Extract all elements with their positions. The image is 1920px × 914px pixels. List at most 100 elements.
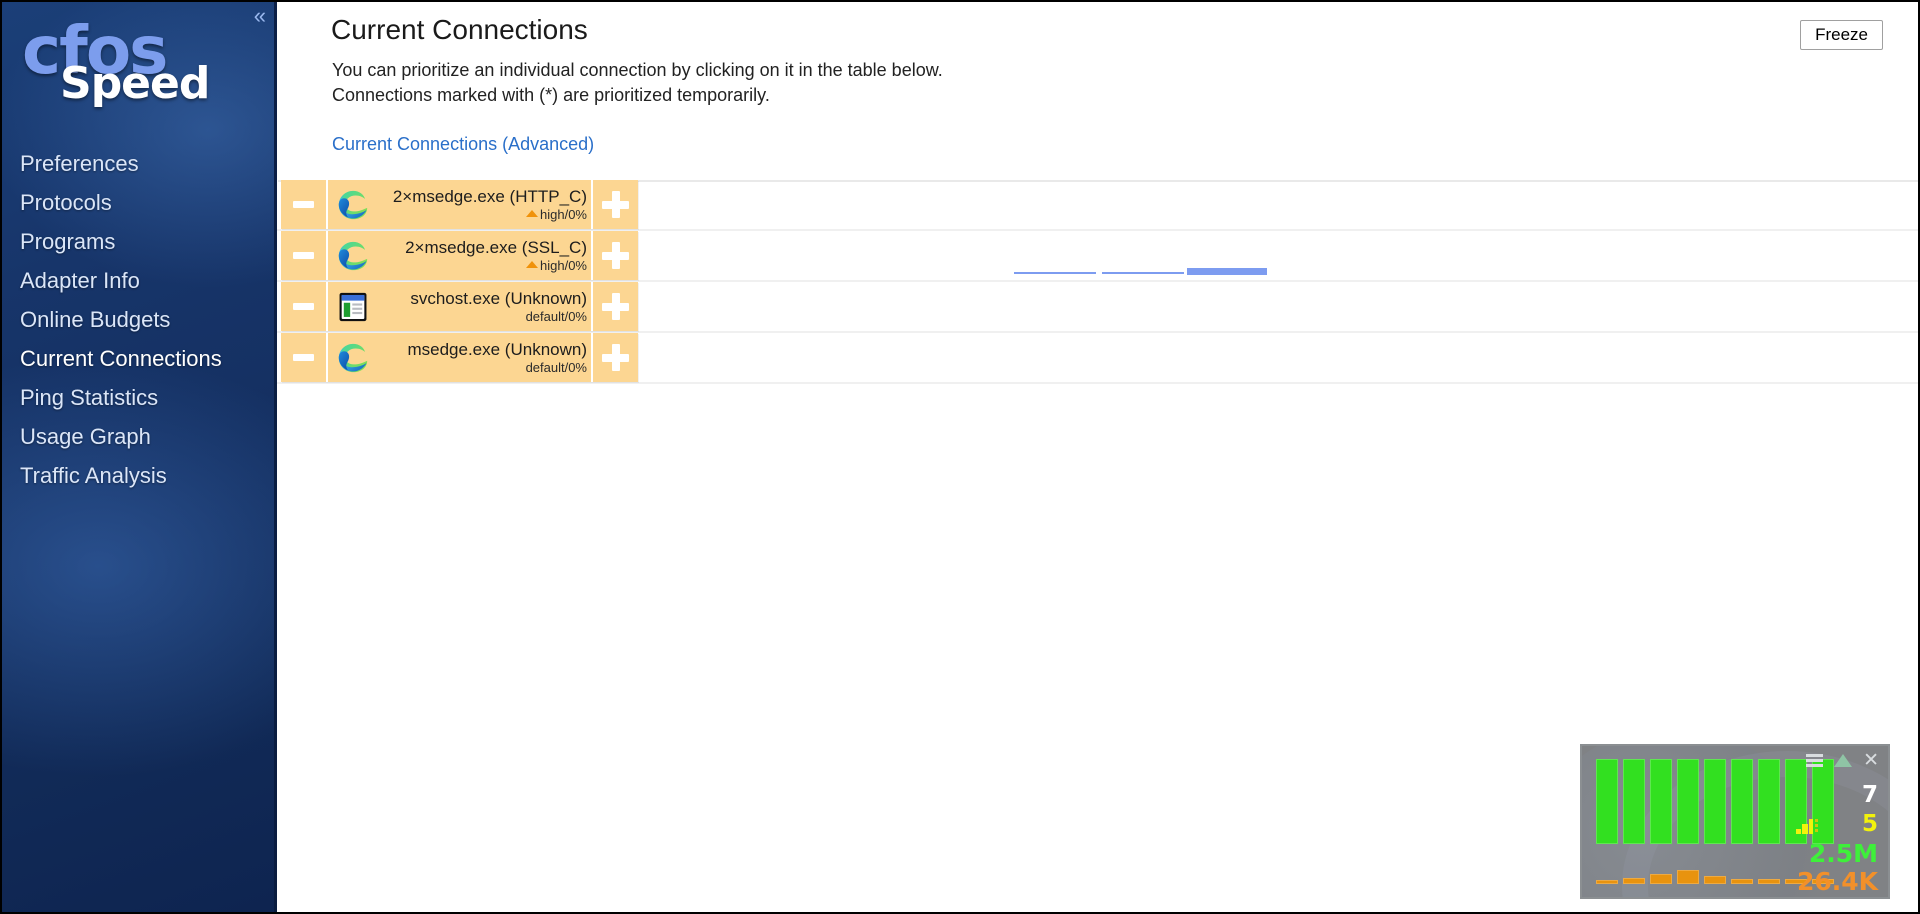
plus-icon	[602, 242, 629, 269]
sidebar-item-online-budgets[interactable]: Online Budgets	[2, 300, 277, 339]
download-bar	[1677, 870, 1699, 884]
plus-icon	[602, 344, 629, 371]
priority-text: high/0%	[540, 258, 587, 273]
app-icon	[336, 290, 370, 324]
connection-priority: high/0%	[526, 258, 587, 273]
minus-icon	[293, 303, 314, 310]
connection-name: 2×msedge.exe (HTTP_C)	[392, 187, 587, 206]
increase-priority-button[interactable]	[591, 333, 638, 382]
connection-info: 2×msedge.exe (HTTP_C) high/0%	[328, 180, 591, 229]
table-row[interactable]: 2×msedge.exe (SSL_C) high/0%	[277, 231, 1918, 282]
increase-priority-button[interactable]	[591, 231, 638, 280]
sidebar: « cfos Speed Preferences Protocols Progr…	[2, 2, 277, 912]
upload-bar	[1731, 759, 1753, 844]
table-row[interactable]: svchost.exe (Unknown) default/0%	[277, 282, 1918, 333]
connection-name: 2×msedge.exe (SSL_C)	[405, 238, 587, 257]
widget-network-count: 5	[1861, 811, 1878, 837]
plus-icon	[602, 191, 629, 218]
minus-icon	[293, 201, 314, 208]
app-icon	[336, 341, 370, 375]
connection-info: svchost.exe (Unknown) default/0%	[328, 282, 591, 331]
connection-block[interactable]: 2×msedge.exe (HTTP_C) high/0%	[281, 180, 638, 229]
up-arrow-icon	[526, 261, 539, 268]
signal-bars-icon	[1796, 819, 1818, 834]
connection-block[interactable]: 2×msedge.exe (SSL_C) high/0%	[281, 231, 638, 280]
up-arrow-icon	[526, 210, 539, 217]
sidebar-item-adapter-info[interactable]: Adapter Info	[2, 261, 277, 300]
decrease-priority-button[interactable]	[281, 231, 328, 280]
download-bar	[1596, 880, 1618, 884]
traffic-segment	[1014, 272, 1096, 274]
upload-bar	[1650, 759, 1672, 844]
logo-speed-text: Speed	[60, 58, 210, 109]
upload-bar	[1758, 759, 1780, 844]
upload-bar	[1623, 759, 1645, 844]
traffic-segment	[1187, 268, 1267, 275]
triangle-up-icon[interactable]	[1834, 754, 1853, 767]
connection-priority: default/0%	[526, 360, 587, 375]
app-icon	[336, 239, 370, 273]
sidebar-item-ping-statistics[interactable]: Ping Statistics	[2, 378, 277, 417]
connection-block[interactable]: msedge.exe (Unknown) default/0%	[281, 333, 638, 382]
connection-name: msedge.exe (Unknown)	[407, 340, 587, 359]
table-row[interactable]: msedge.exe (Unknown) default/0%	[277, 333, 1918, 384]
traffic-segment	[1102, 272, 1184, 274]
increase-priority-button[interactable]	[591, 282, 638, 331]
sidebar-item-preferences[interactable]: Preferences	[2, 144, 277, 183]
upload-bar	[1704, 759, 1726, 844]
connection-labels: 2×msedge.exe (HTTP_C) high/0%	[378, 187, 591, 222]
minus-icon	[293, 354, 314, 361]
page-description: You can prioritize an individual connect…	[332, 58, 943, 108]
decrease-priority-button[interactable]	[281, 180, 328, 229]
sidebar-item-traffic-analysis[interactable]: Traffic Analysis	[2, 456, 277, 495]
download-bar	[1704, 876, 1726, 884]
sidebar-item-current-connections[interactable]: Current Connections	[2, 339, 277, 378]
widget-connections-count: 7	[1861, 782, 1878, 808]
connection-info: 2×msedge.exe (SSL_C) high/0%	[328, 231, 591, 280]
connections-table: 2×msedge.exe (HTTP_C) high/0% 2×msedge.e…	[277, 180, 1918, 384]
upload-bar	[1677, 759, 1699, 844]
decrease-priority-button[interactable]	[281, 282, 328, 331]
close-x-icon[interactable]: ✕	[1863, 751, 1879, 770]
sidebar-item-usage-graph[interactable]: Usage Graph	[2, 417, 277, 456]
connection-name: svchost.exe (Unknown)	[410, 289, 587, 308]
minus-icon	[293, 252, 314, 259]
priority-text: default/0%	[525, 360, 587, 375]
hamburger-menu-icon[interactable]	[1806, 754, 1824, 767]
traffic-bar-area	[642, 333, 1918, 382]
traffic-bar-area	[642, 231, 1918, 280]
decrease-priority-button[interactable]	[281, 333, 328, 382]
description-line-2: Connections marked with (*) are prioriti…	[332, 85, 770, 105]
priority-text: default/0%	[525, 309, 587, 324]
download-bar	[1623, 878, 1645, 884]
widget-download-rate: 26.4K	[1796, 867, 1878, 896]
priority-text: high/0%	[540, 207, 587, 222]
sidebar-item-programs[interactable]: Programs	[2, 222, 277, 261]
app-logo: cfos Speed	[2, 10, 277, 115]
connections-rows: 2×msedge.exe (HTTP_C) high/0% 2×msedge.e…	[277, 180, 1918, 384]
app-window: « cfos Speed Preferences Protocols Progr…	[0, 0, 1920, 914]
traffic-bar-area	[642, 180, 1918, 229]
sidebar-item-protocols[interactable]: Protocols	[2, 183, 277, 222]
connection-priority: high/0%	[526, 207, 587, 222]
connection-labels: msedge.exe (Unknown) default/0%	[378, 340, 591, 375]
cfosspeed-status-widget[interactable]: ✕ 7 5 2.5M 26.4K	[1580, 744, 1890, 899]
freeze-button[interactable]: Freeze	[1800, 20, 1883, 50]
widget-controls: ✕	[1806, 751, 1879, 770]
description-line-1: You can prioritize an individual connect…	[332, 60, 943, 80]
plus-icon	[602, 293, 629, 320]
table-row[interactable]: 2×msedge.exe (HTTP_C) high/0%	[277, 180, 1918, 231]
upload-bar	[1596, 759, 1618, 844]
traffic-bar-area	[642, 282, 1918, 331]
connection-labels: svchost.exe (Unknown) default/0%	[378, 289, 591, 324]
window-app-icon	[339, 292, 367, 321]
increase-priority-button[interactable]	[591, 180, 638, 229]
connection-priority: default/0%	[526, 309, 587, 324]
edge-browser-icon	[338, 343, 368, 372]
download-bar	[1731, 879, 1753, 884]
sidebar-nav: Preferences Protocols Programs Adapter I…	[2, 144, 277, 495]
connection-block[interactable]: svchost.exe (Unknown) default/0%	[281, 282, 638, 331]
connection-labels: 2×msedge.exe (SSL_C) high/0%	[378, 238, 591, 273]
page-title: Current Connections	[331, 14, 588, 45]
advanced-connections-link[interactable]: Current Connections (Advanced)	[332, 134, 594, 155]
